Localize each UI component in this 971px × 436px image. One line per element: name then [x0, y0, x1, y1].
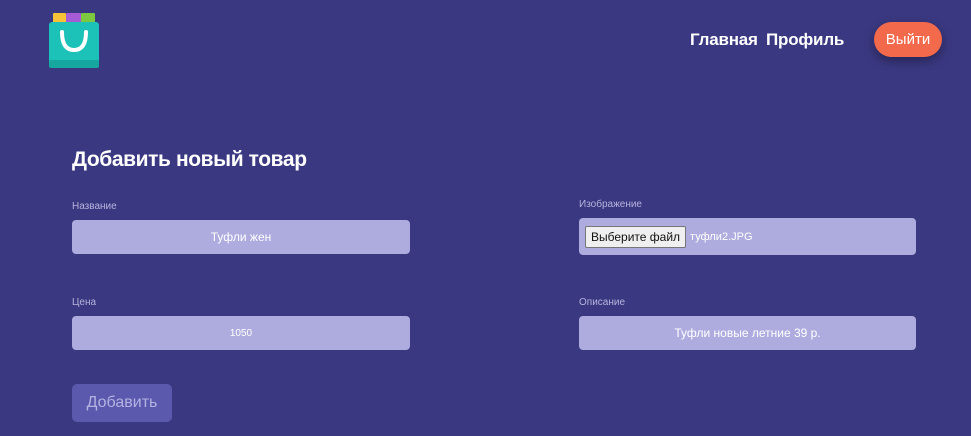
description-label: Описание — [579, 297, 626, 308]
nav-profile-link[interactable]: Профиль — [766, 30, 844, 50]
name-input[interactable]: Туфли жен — [72, 220, 410, 254]
add-product-button[interactable]: Добавить — [72, 384, 172, 422]
logout-button[interactable]: Выйти — [874, 22, 942, 57]
image-file-field[interactable]: Выберите файл туфли2.JPG — [579, 218, 916, 255]
price-label: Цена — [72, 297, 97, 308]
nav-home-link[interactable]: Главная — [690, 30, 758, 50]
image-label: Изображение — [579, 199, 642, 210]
choose-file-button[interactable]: Выберите файл — [585, 225, 687, 248]
price-input[interactable]: 1050 — [72, 316, 410, 350]
selected-file-name: туфли2.JPG — [690, 230, 753, 243]
shopping-bag-icon[interactable] — [49, 12, 99, 68]
name-label: Название — [72, 201, 117, 212]
page-title: Добавить новый товар — [72, 148, 307, 171]
description-input[interactable]: Туфли новые летние 39 р. — [579, 316, 916, 350]
